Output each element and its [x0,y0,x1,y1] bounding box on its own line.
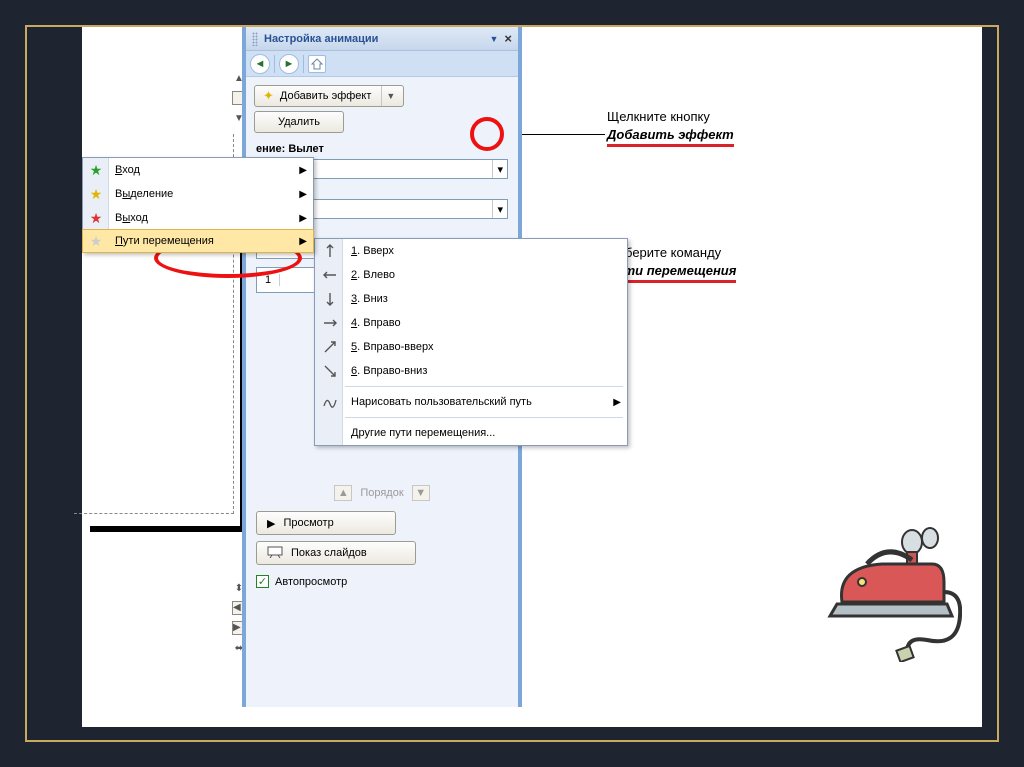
arrow-downright-icon [321,362,339,380]
play-icon: ▶ [267,517,275,530]
submenu-item-label: 5. Вправо-вверх [351,341,433,353]
arrow-down-icon [321,290,339,308]
submenu-item-label: 4. Вправо [351,317,401,329]
menu-item-пути-перемещения[interactable]: ★ Пути перемещения ▶ [82,229,314,253]
menu-item-label: Пути перемещения [115,235,214,247]
pane-menu-dropdown[interactable]: ▼ [489,27,498,51]
remove-label: Удалить [278,116,320,128]
menu-item-label: Вход [115,164,140,176]
arrow-upright-icon [321,338,339,356]
add-effect-label: Добавить эффект [280,90,371,102]
motion-paths-submenu: 1. Вверх 2. Влево 3. Вниз 4. Вправо 5. Вправ… [314,238,628,446]
autopreview-label: Автопросмотр [275,576,347,588]
submenu-item-label: 3. Вниз [351,293,388,305]
annotation-add-effect: Щелкните кнопку Добавить эффект [607,108,734,147]
arrow-up-icon [321,242,339,260]
star-icon: ★ [88,162,104,179]
custom-path-label: Нарисовать пользовательский путь [351,396,532,408]
chevron-right-icon: ▶ [299,236,307,247]
menu-item-label: Выделение [115,188,173,200]
home-icon[interactable] [308,55,326,73]
remove-button[interactable]: Удалить [254,111,344,133]
submenu-item-right[interactable]: 4. Вправо [315,311,627,335]
menu-item-вход[interactable]: ★ Вход ▶ [83,158,313,182]
star-icon: ★ [88,233,104,250]
submenu-item-up[interactable]: 1. Вверх [315,239,627,263]
star-icon: ★ [88,210,104,227]
reorder-label: Порядок [360,487,403,499]
submenu-custom-path[interactable]: Нарисовать пользовательский путь ▶ [315,390,627,414]
annotation-text: Щелкните кнопку [607,108,734,126]
menu-item-выход[interactable]: ★ Выход ▶ [83,206,313,230]
star-icon: ✦ [263,88,274,104]
submenu-item-down[interactable]: 3. Вниз [315,287,627,311]
iron-clipart [812,512,962,662]
menu-item-выделение[interactable]: ★ Выделение ▶ [83,182,313,206]
chevron-right-icon: ▶ [613,397,621,408]
chevron-right-icon: ▶ [299,189,307,200]
submenu-item-downright[interactable]: 6. Вправо-вниз [315,359,627,383]
menu-item-label: Выход [115,212,148,224]
submenu-item-left[interactable]: 2. Влево [315,263,627,287]
star-icon: ★ [88,186,104,203]
projector-icon [267,546,283,561]
chevron-right-icon: ▶ [299,213,307,224]
slideshow-button[interactable]: Показ слайдов [256,541,416,565]
play-button[interactable]: ▶ Просмотр [256,511,396,535]
pane-nav-toolbar: ◄ ► [246,51,518,77]
more-paths-label: Другие пути перемещения... [351,427,495,439]
chevron-right-icon: ▶ [299,165,307,176]
scribble-icon [321,393,339,411]
pane-title-text: Настройка анимации [264,27,378,51]
nav-back-button[interactable]: ◄ [250,54,270,74]
arrow-right-icon [321,314,339,332]
reorder-row: ▲ Порядок ▼ [246,479,518,507]
arrow-left-icon [321,266,339,284]
submenu-item-label: 2. Влево [351,269,395,281]
slideshow-label: Показ слайдов [291,547,367,559]
effect-category-menu: ★ Вход ▶ ★ Выделение ▶ ★ Выход ▶ ★ Пути перемещени… [82,157,314,253]
pane-titlebar[interactable]: Настройка анимации ▼ × [246,27,518,51]
highlight-circle-add-effect [470,117,504,151]
annotation-bold: Добавить эффект [607,126,734,148]
submenu-item-upright[interactable]: 5. Вправо-вверх [315,335,627,359]
move-up-button[interactable]: ▲ [334,485,352,501]
autopreview-checkbox[interactable]: ✓ [256,575,269,588]
submenu-item-label: 1. Вверх [351,245,394,257]
submenu-more-paths[interactable]: Другие пути перемещения... [315,421,627,445]
grip-icon [252,32,258,46]
move-down-button[interactable]: ▼ [412,485,430,501]
submenu-item-label: 6. Вправо-вниз [351,365,427,377]
nav-forward-button[interactable]: ► [279,54,299,74]
close-icon[interactable]: × [504,27,512,51]
add-effect-button[interactable]: ✦ Добавить эффект ▼ [254,85,404,107]
chevron-down-icon: ▼ [381,86,395,106]
play-label: Просмотр [283,517,333,529]
